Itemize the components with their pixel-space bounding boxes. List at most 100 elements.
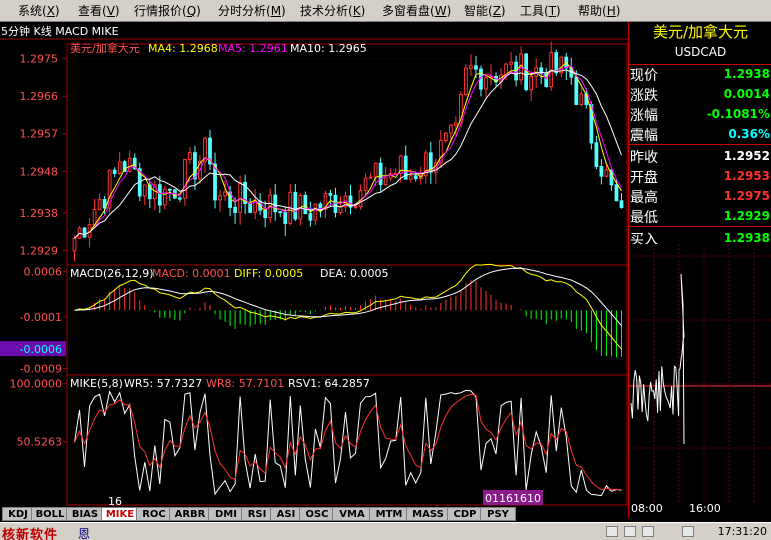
candle-body <box>594 142 599 167</box>
macd-value-0: MACD: 0.0001 <box>152 267 231 280</box>
tab-mike[interactable]: MIKE <box>101 507 139 521</box>
tab-rsi[interactable]: RSI <box>241 507 273 521</box>
menu-item-label: 技术分析( <box>300 4 353 18</box>
menu-item-hotkey: H <box>606 4 616 18</box>
alert-icon[interactable] <box>642 526 654 537</box>
tab-boll[interactable]: BOLL <box>31 507 69 521</box>
price-tick-label: 1.2929 <box>20 245 59 258</box>
candle-body <box>619 200 624 208</box>
macd-header: MACD(26,12,9) <box>70 267 154 280</box>
tab-kdj[interactable]: KDJ <box>2 507 34 521</box>
quote-row-value: 1.2952 <box>723 149 770 163</box>
candle-body <box>338 206 343 213</box>
quote-row-value: 0.36% <box>728 127 770 141</box>
intraday-mini-chart[interactable]: 08:00 16:00 <box>629 244 771 514</box>
ma-legend-0: MA4: 1.2968 <box>148 42 218 55</box>
candle-body <box>448 124 453 134</box>
mike-tick-label: 50.5263 <box>17 436 63 449</box>
candle-body <box>112 169 117 174</box>
ma-legend-2: MA10: 1.2965 <box>290 42 367 55</box>
chart-period-title: 5分钟 K线 MACD MIKE <box>1 24 119 38</box>
app-logo: 核新软件 <box>2 528 59 540</box>
menu-item-hotkey: W <box>434 4 447 18</box>
quote-row-label: 开盘 <box>630 170 658 186</box>
mike-value-2: RSV1: 64.2857 <box>288 377 370 390</box>
tab-arbr[interactable]: ARBR <box>169 507 211 521</box>
price-tick-label: 1.2948 <box>20 165 59 178</box>
candle-body <box>238 181 242 213</box>
macd-value-2: DEA: 0.0005 <box>320 267 388 280</box>
quote-row-value: 1.2975 <box>723 189 770 203</box>
mini-chart-background <box>629 244 771 514</box>
candle-body <box>142 184 147 197</box>
menu-item-paren: ) <box>114 4 120 18</box>
candle-body <box>599 165 604 177</box>
menu-item-7[interactable]: 工具(T) <box>520 3 561 19</box>
quote-row-label: 震幅 <box>630 128 658 144</box>
menu-item-1[interactable]: 查看(V) <box>78 3 120 19</box>
panel-separator <box>629 144 771 145</box>
quote-row: 开盘 1.2953 <box>629 166 771 186</box>
menu-item-hotkey: V <box>106 4 115 18</box>
candle-body <box>293 191 298 220</box>
tab-vma[interactable]: VMA <box>332 507 372 521</box>
menu-item-8[interactable]: 帮助(H) <box>578 3 620 19</box>
candle-body <box>193 152 197 180</box>
menu-item-0[interactable]: 系统(X) <box>18 3 60 19</box>
menu-item-paren: ) <box>446 4 452 18</box>
menu-item-paren: ) <box>615 4 621 18</box>
tab-roc[interactable]: ROC <box>136 507 172 521</box>
quote-row: 最低 1.2929 <box>629 206 771 226</box>
menu-item-5[interactable]: 多窗看盘(W) <box>382 3 451 19</box>
menu-item-label: 系统( <box>18 4 47 18</box>
tab-cdp[interactable]: CDP <box>447 507 483 521</box>
quote-panel: 美元/加拿大元 USDCAD 现价 1.2938 涨跌 0.0014 涨幅 -0.1081… <box>628 22 771 518</box>
menu-item-paren: ) <box>556 4 561 18</box>
quote-row-label: 涨幅 <box>630 108 658 124</box>
candle-body <box>474 65 478 70</box>
connection-icon[interactable] <box>682 526 694 537</box>
quote-row-value: -0.1081% <box>706 107 770 121</box>
tab-bias[interactable]: BIAS <box>66 507 104 521</box>
cursor-date: 01161610 <box>485 492 541 505</box>
menu-bar: 系统(X) 查看(V) 行情报价(Q) 分时分析(M) 技术分析(K) 多窗看盘(W) 智能… <box>0 0 771 22</box>
quote-row-label: 涨跌 <box>630 88 658 104</box>
candle-body <box>368 176 373 179</box>
menu-item-hotkey: Z <box>492 4 501 18</box>
candle-body <box>82 227 87 238</box>
menu-item-6[interactable]: 智能(Z) <box>464 3 506 19</box>
tab-osc[interactable]: OSC <box>299 507 335 521</box>
quote-row: 涨幅 -0.1081% <box>629 104 771 124</box>
menu-item-paren: ) <box>54 4 60 18</box>
candle-body <box>363 177 368 192</box>
menu-item-hotkey: K <box>352 4 361 18</box>
tab-asi[interactable]: ASI <box>270 507 302 521</box>
network-icon[interactable] <box>606 526 618 537</box>
candle-body <box>263 209 268 219</box>
price-tick-label: 1.2957 <box>20 128 59 141</box>
tab-mtm[interactable]: MTM <box>369 507 409 521</box>
quote-row-label: 昨收 <box>630 150 658 166</box>
candle-body <box>97 199 102 211</box>
menu-item-label: 工具( <box>520 4 549 18</box>
price-tick-label: 1.2966 <box>20 90 59 103</box>
menu-item-3[interactable]: 分时分析(M) <box>218 3 286 19</box>
menu-item-hotkey: T <box>548 4 557 18</box>
price-chart[interactable]: 5分钟 K线 MACD MIKE 美元/加拿大元 MA4: 1.2968 MA5: 1… <box>0 22 628 508</box>
sound-icon[interactable] <box>624 526 636 537</box>
tab-psy[interactable]: PSY <box>480 507 516 521</box>
tab-mass[interactable]: MASS <box>406 507 450 521</box>
tab-dmi[interactable]: DMI <box>208 507 244 521</box>
panel-separator <box>629 226 771 227</box>
menu-item-4[interactable]: 技术分析(K) <box>300 3 365 19</box>
menu-item-2[interactable]: 行情报价(Q) <box>134 3 201 19</box>
candle-body <box>484 77 488 90</box>
status-clock: 17:31:20 <box>717 525 767 538</box>
candle-body <box>469 65 473 69</box>
mike-tick-label: 100.0000 <box>10 378 63 391</box>
price-tick-label: 1.2975 <box>20 53 59 66</box>
candle-body <box>92 209 97 226</box>
candle-body <box>383 177 388 186</box>
candle-body <box>223 191 227 197</box>
candle-body <box>443 132 448 142</box>
